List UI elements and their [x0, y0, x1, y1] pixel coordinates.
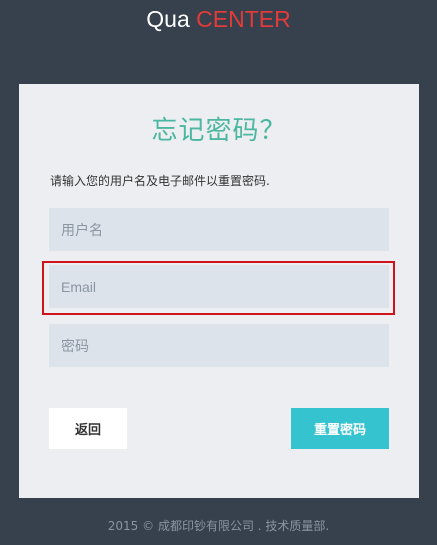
email-input[interactable] [49, 265, 389, 308]
username-input[interactable] [49, 208, 389, 251]
reset-password-button[interactable]: 重置密码 [291, 408, 389, 449]
password-input[interactable] [49, 324, 389, 367]
forgot-password-card: 忘记密码？ 请输入您的用户名及电子邮件以重置密码. 返回 重置密码 [19, 84, 419, 498]
instruction-text: 请输入您的用户名及电子邮件以重置密码. [50, 174, 270, 188]
page-title: 忘记密码？ [151, 116, 287, 146]
logo-text-accent: CENTER [196, 6, 291, 32]
logo-text-primary: Qua [146, 6, 190, 32]
footer-copyright: 2015 © 成都印钞有限公司 . 技术质量部. [107, 519, 330, 533]
app-logo: Qua CENTER [0, 4, 437, 34]
back-button[interactable]: 返回 [49, 408, 127, 449]
